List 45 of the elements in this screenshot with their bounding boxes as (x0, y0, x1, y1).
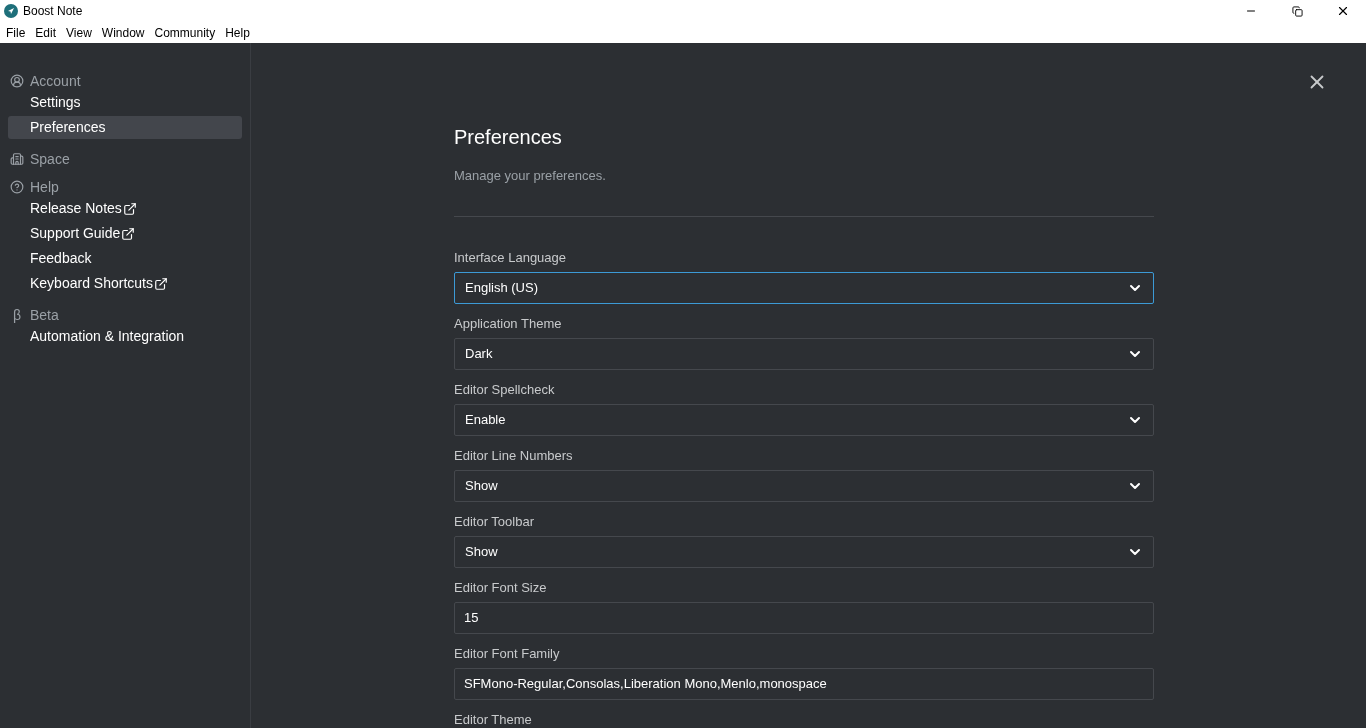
beta-icon: β (10, 308, 24, 322)
select-field[interactable]: Show (454, 469, 1154, 502)
external-link-icon (122, 201, 137, 216)
page-title: Preferences (454, 125, 563, 150)
field-label: Interface Language (454, 248, 568, 264)
menu-item[interactable]: File (1, 23, 31, 42)
sidebar-item[interactable]: Feedback (8, 247, 242, 270)
section-header: Account (30, 71, 81, 91)
field-label: Editor Font Family (454, 644, 561, 660)
menu-item[interactable]: Community (149, 23, 221, 42)
close-icon[interactable] (1336, 4, 1350, 18)
select-field[interactable]: English (US) (454, 271, 1154, 304)
restore-icon[interactable] (1291, 5, 1303, 17)
menu-item[interactable]: Edit (30, 23, 62, 42)
section-header: Beta (30, 305, 59, 325)
input-field[interactable]: 15 (454, 601, 1154, 634)
sidebar-item[interactable]: Keyboard Shortcuts (8, 272, 242, 295)
select-field[interactable]: Dark (454, 337, 1154, 370)
menu-item[interactable]: Window (96, 23, 150, 42)
page-subtitle: Manage your preferences. (454, 167, 607, 185)
external-link-icon (153, 276, 168, 291)
sidebar-item[interactable]: Automation & Integration (8, 325, 242, 348)
user-icon (10, 74, 24, 88)
menu-item[interactable]: Help (220, 23, 255, 42)
input-field[interactable]: SFMono-Regular,Consolas,Liberation Mono,Menlo,monospace (454, 667, 1154, 700)
sidebar-item[interactable]: Release Notes (8, 197, 242, 220)
menu-item[interactable]: View (61, 23, 97, 42)
select-field[interactable]: Show (454, 535, 1154, 568)
app-logo-icon (4, 4, 18, 18)
field-label: Editor Line Numbers (454, 446, 574, 462)
section-header: Help (30, 177, 59, 197)
window-title: Boost Note (23, 3, 83, 20)
field-label: Editor Toolbar (454, 512, 535, 528)
sidebar-item[interactable]: Settings (8, 91, 242, 114)
select-field[interactable]: Enable (454, 403, 1154, 436)
help-icon (10, 180, 24, 194)
field-label: Editor Font Size (454, 578, 548, 594)
sidebar-item[interactable]: Support Guide (8, 222, 242, 245)
field-label: Application Theme (454, 314, 563, 330)
section-header: Space (30, 149, 70, 169)
field-label: Editor Theme (454, 710, 533, 726)
sidebar-item[interactable]: Preferences (8, 116, 242, 139)
field-label: Editor Spellcheck (454, 380, 556, 396)
external-link-icon (121, 226, 136, 241)
building-icon (10, 152, 24, 166)
